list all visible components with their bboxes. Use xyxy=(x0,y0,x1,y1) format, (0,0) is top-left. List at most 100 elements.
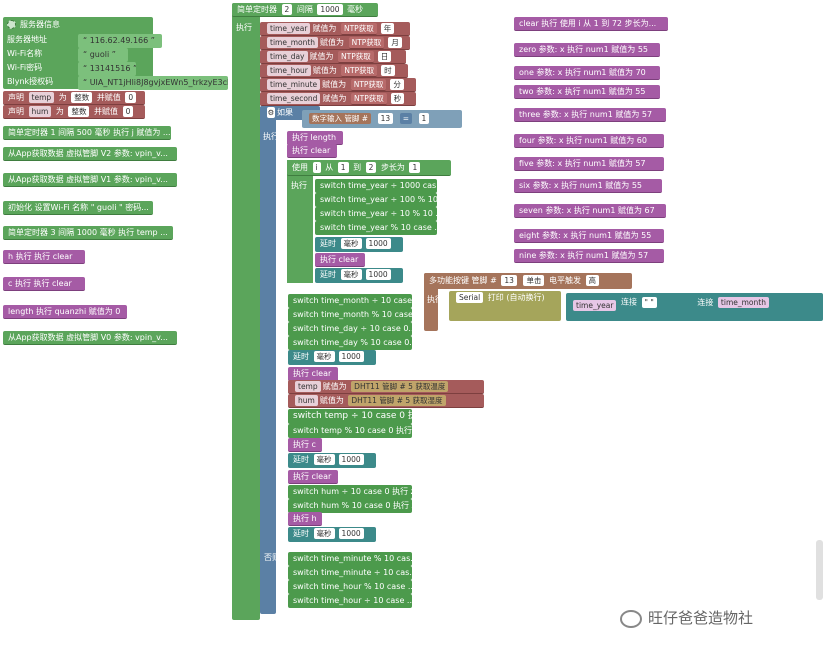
proc-seven-block[interactable]: seven 参数: x 执行 num1 赋值为 67 xyxy=(514,204,666,218)
switch-hour-2[interactable]: switch time_hour ÷ 10 case ... xyxy=(288,594,412,608)
string-join-block[interactable]: time_year 连接 " " 连接 time_month xyxy=(566,293,823,321)
var-time-month[interactable]: time_month xyxy=(717,296,769,308)
delay-unit-select[interactable]: 毫秒 xyxy=(340,238,362,249)
switch-month-1[interactable]: switch time_month ÷ 10 case... xyxy=(288,294,412,308)
switch-hour-1[interactable]: switch time_hour % 10 case ... xyxy=(288,580,412,594)
proc-one-block[interactable]: one 参数: x 执行 num1 赋值为 70 xyxy=(514,66,660,80)
loop-start-input[interactable]: 1 xyxy=(337,162,349,173)
compare-value[interactable]: 1 xyxy=(418,113,430,124)
switch-year-1[interactable]: switch time_year ÷ 1000 cas... xyxy=(315,179,437,193)
pin-select[interactable]: 13 xyxy=(377,113,394,124)
for-loop-block[interactable]: 使用 i 从 1 到 2 步长为 1 xyxy=(287,160,451,176)
delay-input[interactable]: 1000 xyxy=(365,238,391,249)
blockly-workspace[interactable]: { "server_block": { "title": "服务器信息", "r… xyxy=(0,0,823,655)
switch-day-1[interactable]: switch time_day ÷ 10 case 0... xyxy=(288,322,412,336)
declare-hum-value[interactable]: 0 xyxy=(122,106,134,117)
ntp-month-block[interactable]: time_month 赋值为 NTP获取月 xyxy=(260,36,410,50)
proc-four-block[interactable]: four 参数: x 执行 num1 赋值为 60 xyxy=(514,134,664,148)
var-hum[interactable]: hum xyxy=(28,106,52,117)
delay-input[interactable]: 1000 xyxy=(338,528,364,539)
delay-block-2[interactable]: 延时 毫秒 1000 xyxy=(315,268,403,283)
delay-unit-select[interactable]: 毫秒 xyxy=(340,269,362,280)
delay-block-5[interactable]: 延时 毫秒 1000 xyxy=(288,527,376,542)
declare-hum-block[interactable]: 声明 hum 为 整数 并赋值 0 xyxy=(3,105,145,119)
vertical-scrollbar[interactable] xyxy=(816,540,823,600)
wifi-name-value[interactable]: “ guoli ” xyxy=(78,48,128,62)
call-clear-4[interactable]: 执行 clear xyxy=(288,470,338,484)
wifi-password-value[interactable]: “ 13141516 ” xyxy=(78,62,136,76)
multi-button-block[interactable]: 多功能按键 管脚 # 13 单击 电平触发 高 xyxy=(424,273,632,289)
declare-temp-value[interactable]: 0 xyxy=(125,92,137,103)
dht-hum-block[interactable]: hum 赋值为 DHT11 管脚 # 5 获取湿度 xyxy=(288,394,484,408)
button-pin-select[interactable]: 13 xyxy=(501,275,517,286)
delay-unit-select[interactable]: 毫秒 xyxy=(313,351,335,362)
delay-block-4[interactable]: 延时 毫秒 1000 xyxy=(288,453,376,468)
call-clear[interactable]: 执行 clear xyxy=(287,144,337,158)
ntp-day-block[interactable]: time_day 赋值为 NTP获取日 xyxy=(260,50,406,64)
button-level-select[interactable]: 高 xyxy=(585,275,600,286)
delay-block-1[interactable]: 延时 毫秒 1000 xyxy=(315,237,403,252)
loop-step-input[interactable]: 1 xyxy=(409,162,421,173)
timer1-block[interactable]: 简单定时器 1 间隔 500 毫秒 执行 j 赋值为 ... xyxy=(3,126,171,140)
ntp-year-block[interactable]: time_year 赋值为 NTP获取年 xyxy=(260,22,410,36)
switch-year-2[interactable]: switch time_year ÷ 100 % 10... xyxy=(315,193,437,207)
proc-three-block[interactable]: three 参数: x 执行 num1 赋值为 57 xyxy=(514,108,666,122)
call-length[interactable]: 执行 length xyxy=(287,131,343,145)
switch-year-3[interactable]: switch time_year ÷ 10 % 10 ... xyxy=(315,207,437,221)
proc-eight-block[interactable]: eight 参数: x 执行 num1 赋值为 55 xyxy=(514,229,664,243)
delay-input[interactable]: 1000 xyxy=(338,351,364,362)
proc-zero-block[interactable]: zero 参数: x 执行 num1 赋值为 55 xyxy=(514,43,660,57)
switch-hum-1[interactable]: switch hum ÷ 10 case 0 执行 z... xyxy=(288,485,412,499)
switch-minute-1[interactable]: switch time_minute % 10 cas... xyxy=(288,552,412,566)
timer-id-select[interactable]: 2 xyxy=(281,4,293,15)
serial-port-select[interactable]: Serial xyxy=(456,292,484,303)
call-c[interactable]: 执行 c xyxy=(288,438,322,452)
proc-h-block[interactable]: h 执行 执行 clear xyxy=(3,250,85,264)
switch-temp-1[interactable]: switch temp ÷ 10 case 0 执行 ... xyxy=(288,409,412,424)
ntp-field-select[interactable]: 年 xyxy=(380,23,395,34)
delay-unit-select[interactable]: 毫秒 xyxy=(313,528,335,539)
timer2-header[interactable]: 简单定时器 2 间隔 1000 毫秒 xyxy=(232,3,378,17)
call-clear-3[interactable]: 执行 clear xyxy=(288,367,338,381)
ntp-field-select[interactable]: 月 xyxy=(388,37,402,48)
switch-minute-2[interactable]: switch time_minute ÷ 10 cas... xyxy=(288,566,412,580)
type-select[interactable]: 整数 xyxy=(71,92,93,103)
ntp-minute-block[interactable]: time_minute 赋值为 NTP获取分 xyxy=(260,78,416,92)
ntp-field-select[interactable]: 时 xyxy=(381,65,395,76)
blynk-token-value[interactable]: “ UIA_NT1jHli8J8gvjxEWn5_trkzyE3ck xyxy=(78,76,228,90)
timer3-block[interactable]: 简单定时器 3 间隔 1000 毫秒 执行 temp ... xyxy=(3,226,173,240)
declare-temp-block[interactable]: 声明 temp 为 整数 并赋值 0 xyxy=(3,91,145,105)
var-temp[interactable]: temp xyxy=(28,92,55,103)
ntp-field-select[interactable]: 分 xyxy=(390,79,404,90)
server-address-value[interactable]: “ 116.62.49.166 ” xyxy=(78,34,162,48)
app-v1-block[interactable]: 从App获取数据 虚拟管脚 V1 参数: vpin_v... xyxy=(3,173,177,187)
serial-print-block[interactable]: Serial 打印 (自动换行) xyxy=(449,291,561,321)
delay-unit-select[interactable]: 毫秒 xyxy=(313,454,335,465)
delay-input[interactable]: 1000 xyxy=(338,454,364,465)
switch-hum-2[interactable]: switch hum % 10 case 0 执行 z... xyxy=(288,499,412,513)
init-wifi-block[interactable]: 初始化 设置Wi-Fi 名称 " guoli " 密码... xyxy=(3,201,153,215)
proc-length-block[interactable]: length 执行 quanzhi 赋值为 0 xyxy=(3,305,127,319)
timer-interval-input[interactable]: 1000 xyxy=(317,4,343,15)
settings-icon[interactable]: ⚙ xyxy=(267,107,275,118)
delay-block-3[interactable]: 延时 毫秒 1000 xyxy=(288,350,376,365)
proc-two-block[interactable]: two 参数: x 执行 num1 赋值为 55 xyxy=(514,85,660,99)
delay-input[interactable]: 1000 xyxy=(365,269,391,280)
ntp-hour-block[interactable]: time_hour 赋值为 NTP获取时 xyxy=(260,64,408,78)
if-condition[interactable]: 数字输入 管脚 # 13 = 1 xyxy=(302,110,462,128)
proc-c-block[interactable]: c 执行 执行 clear xyxy=(3,277,85,291)
switch-temp-2[interactable]: switch temp % 10 case 0 执行 ... xyxy=(288,424,412,438)
proc-six-block[interactable]: six 参数: x 执行 num1 赋值为 55 xyxy=(514,179,662,193)
app-v0-block[interactable]: 从App获取数据 虚拟管脚 V0 参数: vpin_v... xyxy=(3,331,177,345)
ntp-second-block[interactable]: time_second 赋值为 NTP获取秒 xyxy=(260,92,416,106)
type-select[interactable]: 整数 xyxy=(68,106,90,117)
button-mode-select[interactable]: 单击 xyxy=(523,275,545,286)
loop-end-input[interactable]: 2 xyxy=(365,162,377,173)
proc-five-block[interactable]: five 参数: x 执行 num1 赋值为 57 xyxy=(514,157,664,171)
var-time-year[interactable]: time_year xyxy=(573,300,617,311)
dht-temp-block[interactable]: temp 赋值为 DHT11 管脚 # 5 获取温度 xyxy=(288,380,484,394)
ntp-field-select[interactable]: 秒 xyxy=(390,93,405,104)
separator-string[interactable]: " " xyxy=(641,296,657,308)
switch-day-2[interactable]: switch time_day % 10 case 0... xyxy=(288,336,412,350)
switch-year-4[interactable]: switch time_year % 10 case ... xyxy=(315,221,437,235)
